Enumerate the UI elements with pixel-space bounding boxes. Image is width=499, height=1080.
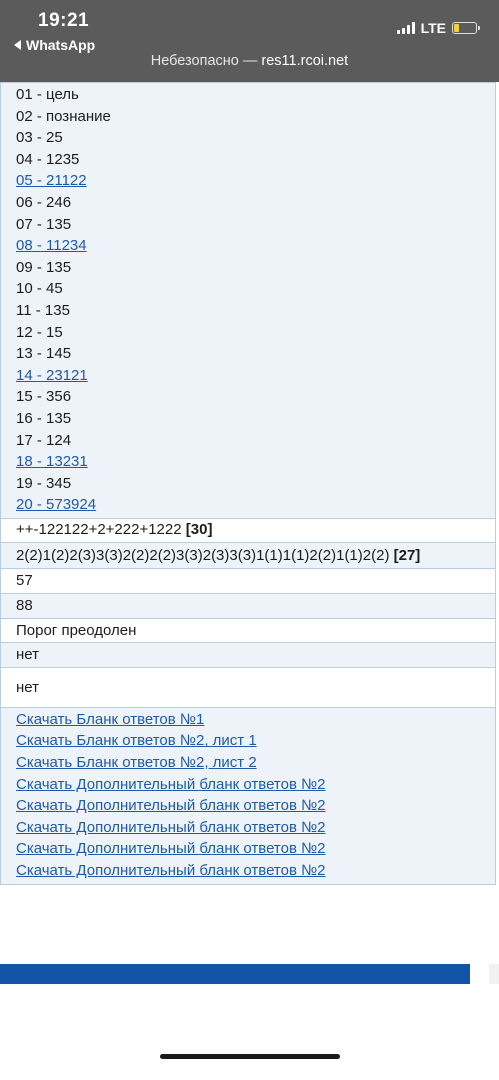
download-item[interactable]: Скачать Дополнительный бланк ответов №2 — [16, 817, 495, 839]
answer-line: 04 - 1235 — [16, 149, 495, 171]
download-item[interactable]: Скачать Дополнительный бланк ответов №2 — [16, 860, 495, 882]
primary-score-cell: 57 — [0, 567, 496, 594]
answers-list: 01 - цель 02 - познание 03 - 25 04 - 1235 05… — [16, 84, 495, 516]
answer-line: 11 - 135 — [16, 300, 495, 322]
answers-cell: 01 - цель 02 - познание 03 - 25 04 - 1235 05… — [0, 82, 496, 519]
part1-score: [30] — [185, 520, 213, 538]
download-link[interactable]: Скачать Дополнительный бланк ответов №2 — [16, 776, 326, 793]
answer-text: 16 - 135 — [16, 409, 72, 427]
download-item[interactable]: Скачать Бланк ответов №2, лист 1 — [16, 730, 495, 752]
part1-cell: ++-122122+2+222+1222 [30] — [0, 517, 496, 543]
top-bar: 19:21 WhatsApp LTE Небезопасно — res11.r… — [0, 0, 499, 82]
answer-link[interactable]: 08 - 11234 — [16, 237, 87, 254]
answer-text: 13 - 145 — [16, 345, 72, 363]
network-type: LTE — [420, 20, 446, 36]
answer-line: 10 - 45 — [16, 278, 495, 300]
answer-line[interactable]: 18 - 13231 — [16, 451, 495, 473]
download-item[interactable]: Скачать Дополнительный бланк ответов №2 — [16, 774, 495, 796]
answer-text: 19 - 345 — [16, 474, 72, 492]
threshold-status: Порог преодолен — [16, 621, 137, 639]
part1-answers: ++-122122+2+222+1222 — [16, 520, 182, 538]
download-link[interactable]: Скачать Дополнительный бланк ответов №2 — [16, 862, 326, 879]
answer-line[interactable]: 20 - 573924 — [16, 494, 495, 516]
answer-line[interactable]: 14 - 23121 — [16, 365, 495, 387]
download-item[interactable]: Скачать Дополнительный бланк ответов №2 — [16, 795, 495, 817]
appeal-1-cell: нет — [0, 641, 496, 668]
battery-icon — [452, 22, 480, 34]
address-bar[interactable]: Небезопасно — res11.rcoi.net — [0, 53, 499, 69]
downloads-list: Скачать Бланк ответов №1 Скачать Бланк от… — [16, 709, 495, 882]
results-table: 01 - цель 02 - познание 03 - 25 04 - 1235 05… — [0, 82, 496, 885]
download-link[interactable]: Скачать Бланк ответов №2, лист 1 — [16, 732, 257, 749]
appeal-1-status: нет — [16, 645, 39, 663]
answer-link[interactable]: 14 - 23121 — [16, 367, 88, 384]
download-item[interactable]: Скачать Бланк ответов №1 — [16, 709, 495, 731]
answer-line: 17 - 124 — [16, 430, 495, 452]
back-arrow-icon — [14, 40, 21, 50]
download-link[interactable]: Скачать Дополнительный бланк ответов №2 — [16, 819, 326, 836]
answer-text: 07 - 135 — [16, 215, 72, 233]
answer-line: 03 - 25 — [16, 127, 495, 149]
answer-text: 09 - 135 — [16, 258, 72, 276]
threshold-cell: Порог преодолен — [0, 617, 496, 643]
download-item[interactable]: Скачать Бланк ответов №2, лист 2 — [16, 752, 495, 774]
test-score: 88 — [16, 596, 33, 614]
answer-link[interactable]: 18 - 13231 — [16, 453, 88, 470]
signal-icon — [396, 22, 415, 34]
answer-line: 06 - 246 — [16, 192, 495, 214]
answer-text: 02 - познание — [16, 107, 111, 125]
home-indicator — [160, 1054, 340, 1059]
back-to-app-button[interactable]: WhatsApp — [14, 37, 95, 53]
answer-line: 02 - познание — [16, 106, 495, 128]
answer-text: 11 - 135 — [16, 301, 70, 319]
answer-text: 03 - 25 — [16, 129, 63, 147]
footer-bar-edge — [489, 964, 499, 984]
answer-line: 19 - 345 — [16, 473, 495, 495]
test-score-cell: 88 — [0, 592, 496, 619]
answer-link[interactable]: 05 - 21122 — [16, 172, 87, 189]
part2-score: [27] — [393, 546, 421, 564]
part2-cell: 2(2)1(2)2(3)3(3)2(2)2(2)3(3)2(3)3(3)1(1)… — [0, 541, 496, 569]
answer-line: 13 - 145 — [16, 343, 495, 365]
answer-text: 10 - 45 — [16, 280, 63, 298]
footer-bar — [0, 964, 470, 984]
download-link[interactable]: Скачать Дополнительный бланк ответов №2 — [16, 840, 326, 857]
answer-line: 09 - 135 — [16, 257, 495, 279]
primary-score: 57 — [16, 571, 33, 589]
downloads-cell: Скачать Бланк ответов №1 Скачать Бланк от… — [0, 706, 496, 885]
answer-line: 15 - 356 — [16, 386, 495, 408]
appeal-2-cell: нет — [0, 666, 496, 708]
download-link[interactable]: Скачать Бланк ответов №1 — [16, 711, 204, 728]
answer-text: 17 - 124 — [16, 431, 72, 449]
url-domain: res11.rcoi.net — [261, 53, 349, 69]
answer-line: 12 - 15 — [16, 322, 495, 344]
download-link[interactable]: Скачать Дополнительный бланк ответов №2 — [16, 797, 326, 814]
back-app-label: WhatsApp — [26, 37, 96, 53]
appeal-2-status: нет — [16, 678, 39, 696]
download-item[interactable]: Скачать Дополнительный бланк ответов №2 — [16, 838, 495, 860]
status-time: 19:21 — [38, 10, 90, 31]
part2-answers: 2(2)1(2)2(3)3(3)2(2)2(2)3(3)2(3)3(3)1(1)… — [16, 546, 390, 564]
answer-line[interactable]: 08 - 11234 — [16, 235, 495, 257]
security-label: Небезопасно — — [150, 53, 258, 69]
answer-line: 01 - цель — [16, 84, 495, 106]
answer-text: 12 - 15 — [16, 323, 63, 341]
answer-text: 15 - 356 — [16, 388, 72, 406]
answer-link[interactable]: 20 - 573924 — [16, 496, 96, 513]
answer-line[interactable]: 05 - 21122 — [16, 170, 495, 192]
answer-line: 07 - 135 — [16, 214, 495, 236]
answer-text: 06 - 246 — [16, 193, 72, 211]
answer-text: 01 - цель — [16, 86, 79, 103]
status-indicators: LTE — [396, 20, 480, 36]
answer-line: 16 - 135 — [16, 408, 495, 430]
download-link[interactable]: Скачать Бланк ответов №2, лист 2 — [16, 754, 257, 771]
answer-text: 04 - 1235 — [16, 150, 80, 168]
